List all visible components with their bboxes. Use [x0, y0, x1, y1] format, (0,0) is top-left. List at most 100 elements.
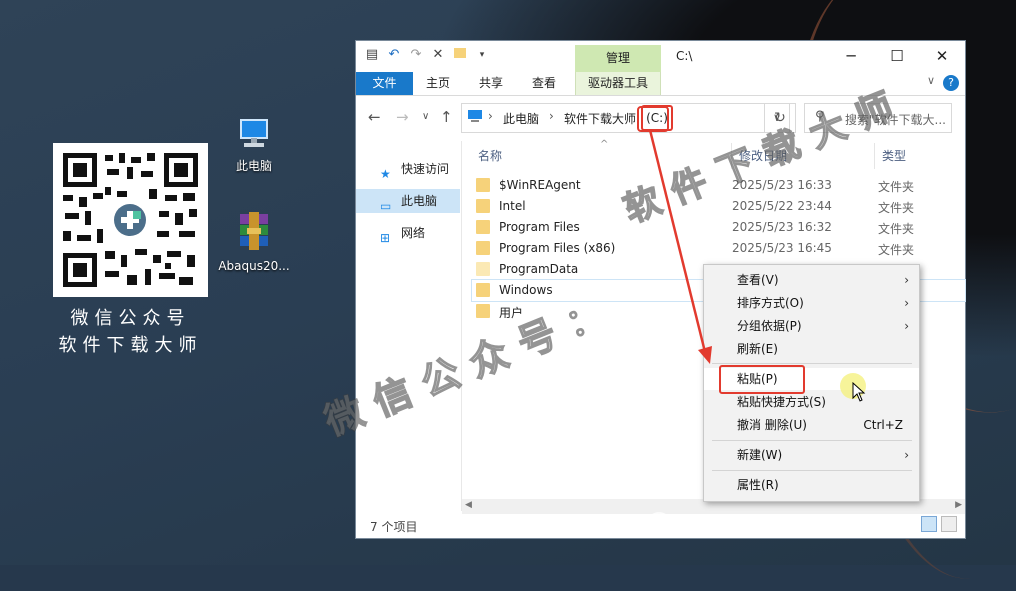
window-title: C:\	[676, 49, 693, 63]
file-name: Program Files (x86)	[499, 241, 616, 255]
breadcrumb-separator-icon: ›	[549, 109, 554, 123]
properties-icon[interactable]: ▤	[364, 47, 380, 62]
contextual-tab-group-manage: 管理	[575, 45, 661, 72]
qr-caption-line1: 微信公众号	[70, 308, 191, 329]
chevron-right-icon: ›	[904, 448, 909, 462]
undo-icon[interactable]: ↶	[386, 47, 402, 62]
redo-icon[interactable]: ↷	[408, 47, 424, 62]
tab-home[interactable]: 主页	[416, 72, 460, 95]
qr-caption-line2: 软件下载大师	[58, 335, 203, 356]
file-name: $WinREAgent	[499, 178, 581, 192]
menu-separator	[712, 470, 912, 471]
network-icon: ⊞	[380, 231, 391, 245]
tab-drive-tools[interactable]: 驱动器工具	[575, 72, 661, 95]
desktop-icon-this-pc[interactable]: 此电脑	[214, 116, 294, 174]
menu-item-view[interactable]: 查看(V) ›	[704, 269, 919, 291]
menu-item-shortcut: Ctrl+Z	[863, 418, 903, 432]
nav-item-this-pc[interactable]: ▭ 此电脑	[356, 189, 460, 213]
recent-locations-chevron-icon[interactable]: ∨	[422, 111, 429, 122]
folder-icon	[476, 199, 490, 213]
menu-item-label: 撤消 删除(U)	[737, 418, 807, 432]
chevron-right-icon: ›	[904, 319, 909, 333]
star-icon: ★	[380, 167, 391, 181]
file-type: 文件夹	[878, 201, 915, 215]
large-icons-view-icon[interactable]	[941, 516, 957, 532]
tab-view[interactable]: 查看	[522, 72, 566, 95]
desktop-icon-archive[interactable]: Abaqus20...	[214, 210, 294, 273]
menu-item-label: 分组依据(P)	[737, 319, 802, 333]
folder-icon	[476, 220, 490, 234]
file-type: 文件夹	[878, 243, 915, 257]
scroll-left-icon[interactable]: ◀	[465, 500, 472, 510]
menu-item-label: 排序方式(O)	[737, 296, 804, 310]
maximize-button[interactable]: ☐	[874, 41, 920, 72]
menu-item-label: 刷新(E)	[737, 342, 778, 356]
scroll-right-icon[interactable]: ▶	[955, 500, 962, 510]
nav-item-quick-access[interactable]: ★ 快速访问	[356, 157, 460, 181]
close-button[interactable]: ✕	[919, 41, 965, 72]
file-date: 2025/5/23 16:32	[732, 220, 832, 234]
computer-icon	[468, 110, 482, 122]
file-date: 2025/5/22 23:44	[732, 199, 832, 213]
file-name: ProgramData	[499, 262, 579, 276]
sort-ascending-icon: ^	[600, 139, 609, 150]
column-header-type[interactable]: 类型	[882, 147, 906, 164]
tab-file[interactable]: 文件	[356, 72, 413, 95]
bottom-watermark-text: 公众号 · 软件下载大师	[690, 513, 924, 537]
forward-button[interactable]: →	[396, 108, 409, 126]
file-type: 文件夹	[878, 180, 915, 194]
column-header-name[interactable]: 名称	[478, 147, 502, 164]
qr-code-card	[53, 143, 208, 297]
address-bar[interactable]: › 此电脑 › 软件下载大师 (C:) ∨	[461, 103, 790, 133]
folder-icon	[476, 241, 490, 255]
tab-share[interactable]: 共享	[469, 72, 513, 95]
quick-access-toolbar: ▤ ↶ ↷ ✕ ▾	[364, 47, 490, 62]
chevron-right-icon: ›	[904, 273, 909, 287]
menu-separator	[712, 363, 912, 364]
breadcrumb-drive-name[interactable]: 软件下载大师	[564, 110, 636, 127]
details-view-icon[interactable]	[921, 516, 937, 532]
menu-item-label: 新建(W)	[737, 448, 783, 462]
menu-item-label: 属性(R)	[737, 478, 779, 492]
chevron-right-icon: ›	[904, 296, 909, 310]
file-name: Program Files	[499, 220, 580, 234]
ribbon-expand-chevron-icon[interactable]: ∨	[927, 74, 935, 87]
breadcrumb-separator-icon: ›	[488, 109, 493, 123]
wechat-logo-icon	[648, 512, 678, 534]
menu-item-refresh[interactable]: 刷新(E)	[704, 338, 919, 360]
new-folder-icon[interactable]	[452, 47, 468, 62]
folder-icon	[476, 178, 490, 192]
folder-icon	[476, 304, 490, 318]
menu-item-group-by[interactable]: 分组依据(P) ›	[704, 315, 919, 337]
menu-separator	[712, 440, 912, 441]
file-name: Intel	[499, 199, 526, 213]
menu-item-undo-delete[interactable]: 撤消 删除(U) Ctrl+Z	[704, 414, 919, 436]
help-icon[interactable]: ?	[943, 75, 959, 91]
drive-highlight-box	[637, 106, 669, 132]
paste-highlight-box	[719, 365, 805, 394]
annotation-arrow-icon	[648, 129, 712, 364]
nav-item-label: 此电脑	[401, 194, 438, 208]
menu-item-label: 粘贴快捷方式(S)	[737, 395, 826, 409]
up-button[interactable]: ↑	[440, 108, 453, 126]
nav-item-label: 网络	[401, 226, 426, 240]
view-toggle[interactable]	[921, 516, 957, 532]
file-type: 文件夹	[878, 222, 915, 236]
menu-item-properties[interactable]: 属性(R)	[704, 474, 919, 496]
qr-code-image	[61, 151, 200, 289]
menu-item-new[interactable]: 新建(W) ›	[704, 444, 919, 466]
delete-icon[interactable]: ✕	[430, 47, 446, 62]
menu-item-label: 查看(V)	[737, 273, 779, 287]
folder-icon	[476, 262, 490, 276]
nav-item-label: 快速访问	[401, 162, 450, 176]
column-divider[interactable]	[874, 143, 875, 169]
chevron-down-icon[interactable]: ▾	[474, 50, 490, 60]
menu-item-paste-shortcut[interactable]: 粘贴快捷方式(S)	[704, 391, 919, 413]
mouse-cursor-icon	[852, 382, 866, 402]
minimize-button[interactable]: ─	[828, 41, 874, 72]
nav-item-network[interactable]: ⊞ 网络	[356, 221, 460, 245]
back-button[interactable]: ←	[368, 108, 381, 126]
menu-item-sort-by[interactable]: 排序方式(O) ›	[704, 292, 919, 314]
navigation-pane: ★ 快速访问 ▭ 此电脑 ⊞ 网络	[356, 141, 461, 511]
breadcrumb-this-pc[interactable]: 此电脑	[503, 110, 539, 127]
